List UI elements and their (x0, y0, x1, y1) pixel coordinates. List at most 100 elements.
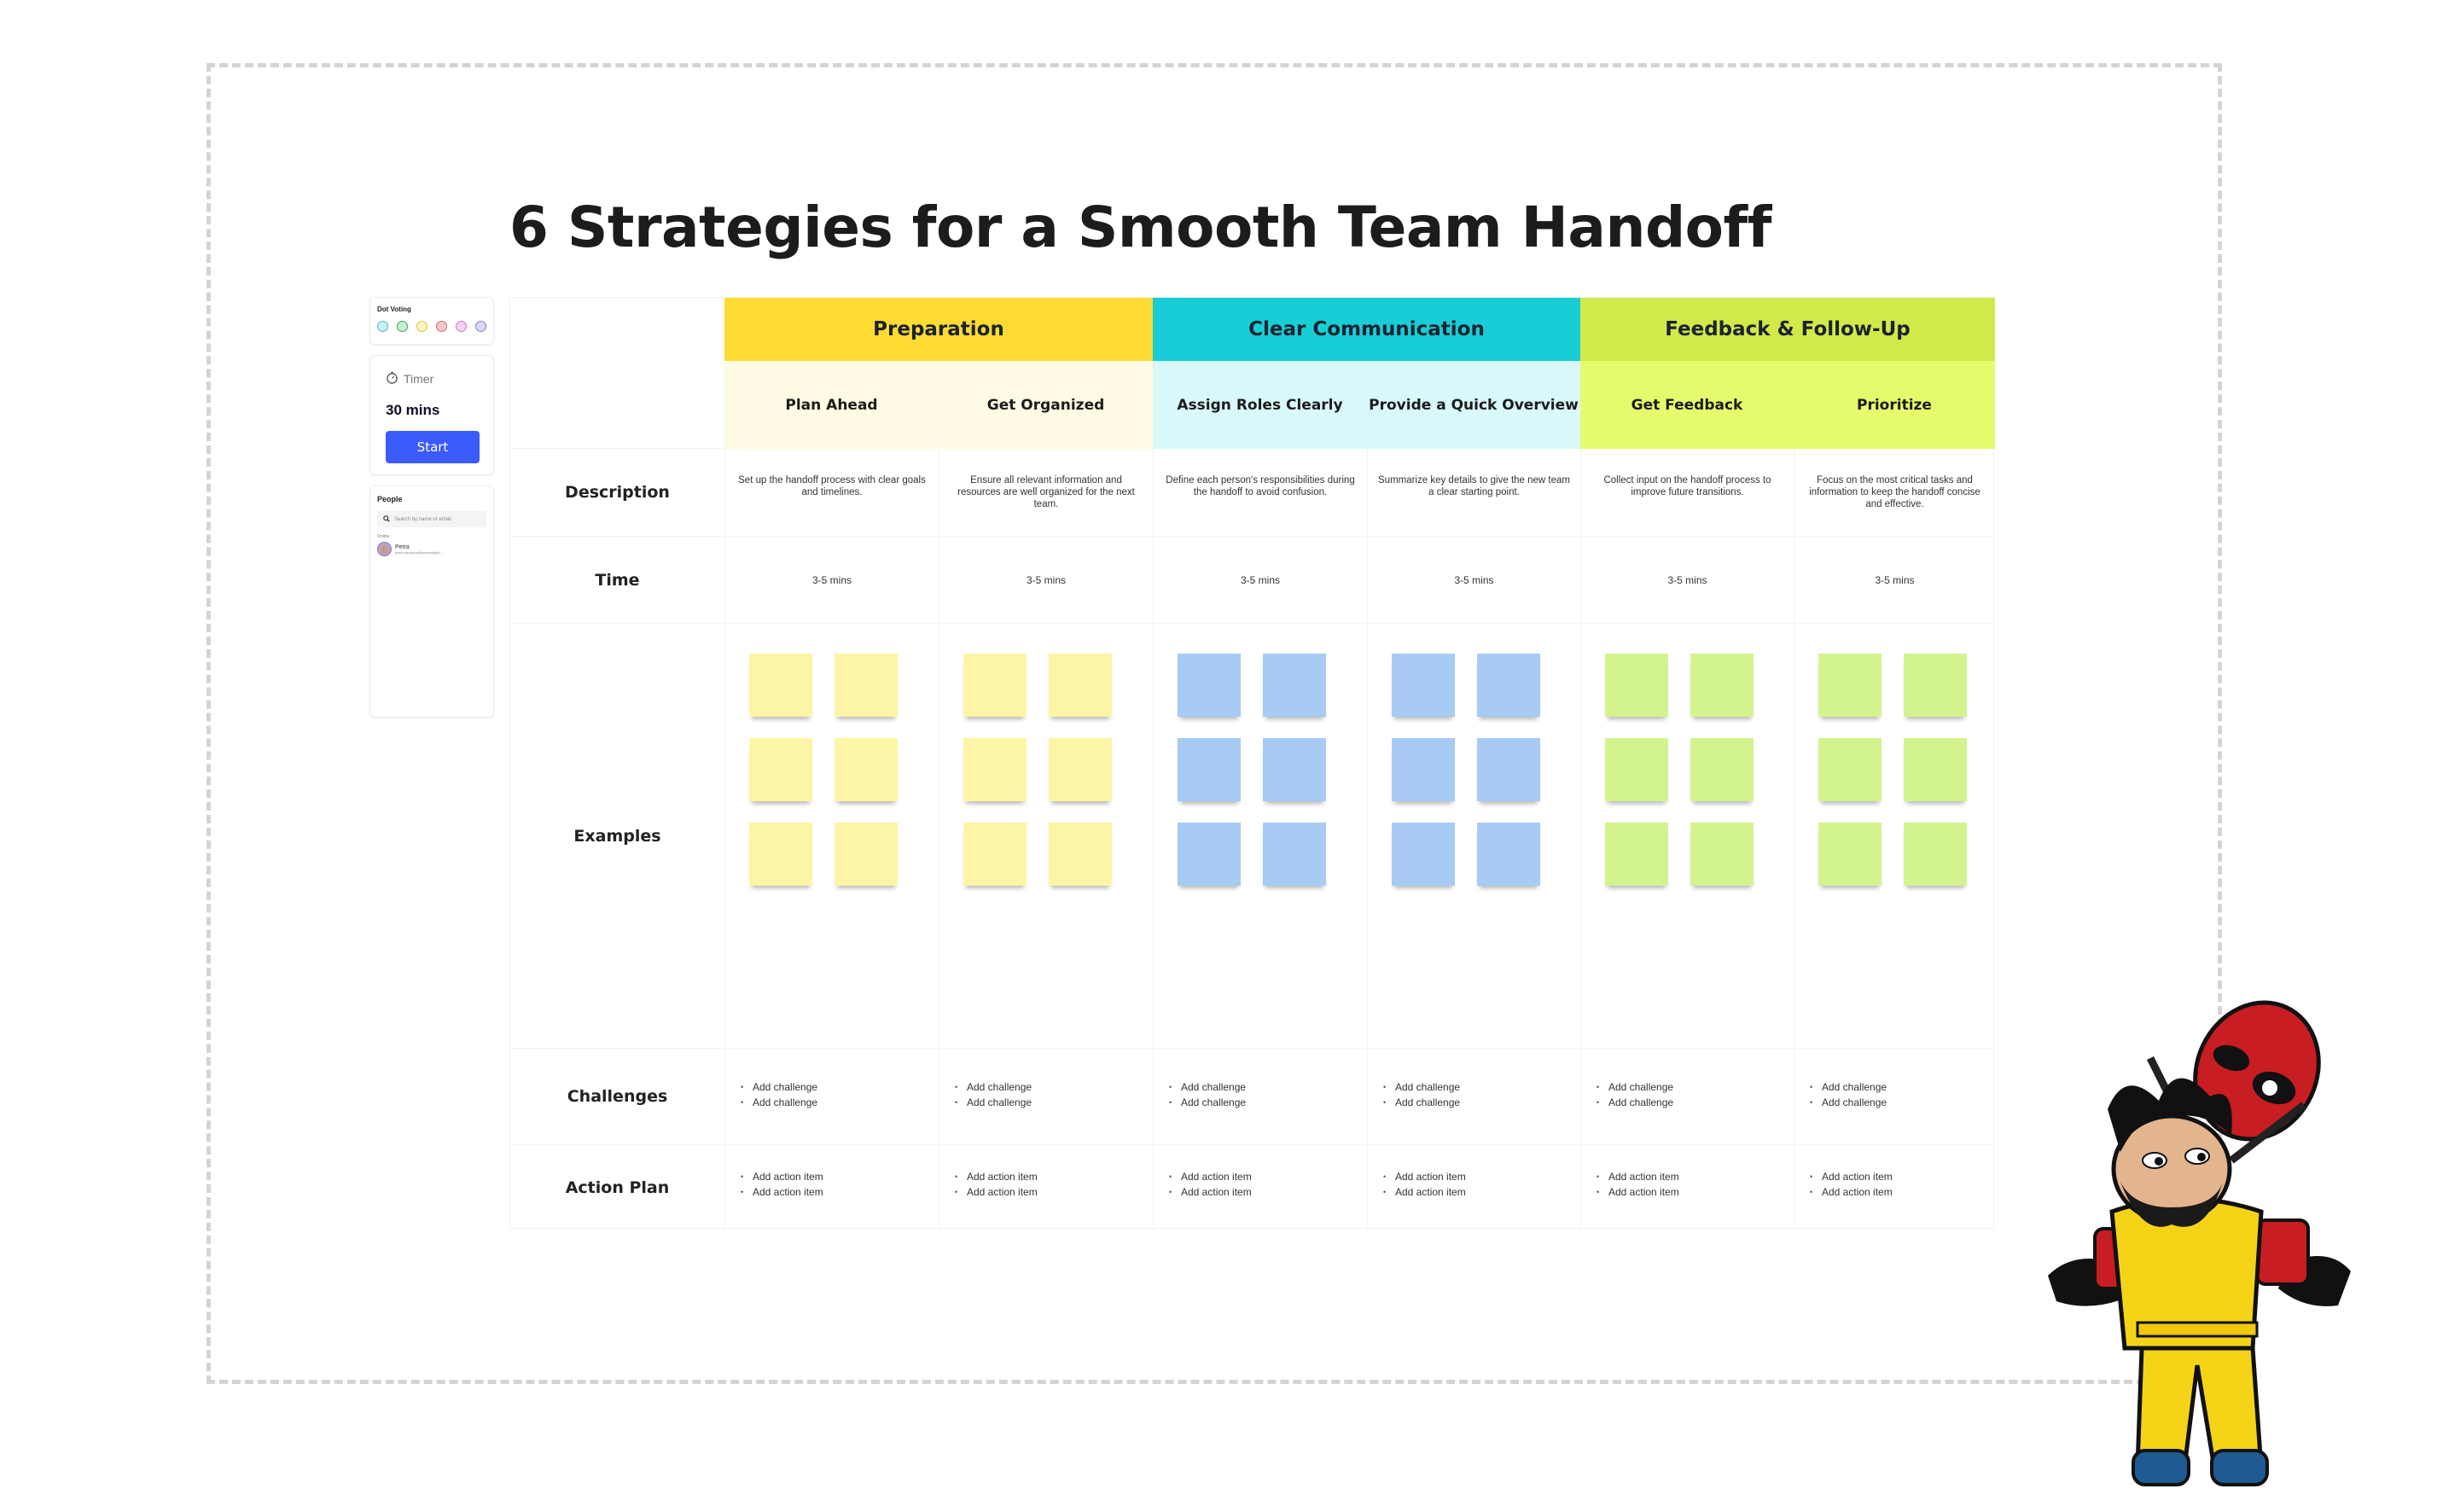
challenge-item[interactable]: Add challenge (955, 1079, 1153, 1095)
strategy-header: Get Organized (939, 361, 1153, 449)
challenge-item[interactable]: Add challenge (1597, 1095, 1794, 1110)
sticky-note[interactable] (1392, 738, 1455, 801)
sticky-note[interactable] (1605, 823, 1668, 886)
sticky-note[interactable] (1904, 823, 1967, 886)
sticky-note[interactable] (1605, 654, 1668, 717)
action-item[interactable]: Add action item (955, 1169, 1153, 1184)
start-timer-button[interactable]: Start (386, 431, 480, 463)
sticky-note[interactable] (1049, 823, 1112, 886)
challenges-list: Add challengeAdd challenge (1580, 1049, 1794, 1145)
sticky-note[interactable] (1049, 738, 1112, 801)
sticky-note[interactable] (749, 823, 812, 886)
challenges-list: Add challengeAdd challenge (1367, 1049, 1580, 1145)
timer-panel: Timer 30 mins Start (369, 355, 494, 475)
strategy-board: Description Time Examples Challenges Act… (509, 297, 1995, 1230)
strategy-time: 3-5 mins (724, 537, 939, 624)
sticky-note[interactable] (963, 738, 1027, 801)
dot-voting-colors (377, 321, 486, 332)
action-item[interactable]: Add action item (1597, 1184, 1794, 1200)
vote-dot-pink[interactable] (456, 321, 467, 332)
action-item[interactable]: Add action item (955, 1184, 1153, 1200)
sticky-note[interactable] (1690, 823, 1754, 886)
sticky-note[interactable] (1392, 823, 1455, 886)
search-icon (383, 515, 390, 524)
strategy-description: Collect input on the handoff process to … (1580, 449, 1794, 537)
cartoon-character-sticker (2048, 1000, 2351, 1486)
row-label-action-plan: Action Plan (565, 1178, 670, 1197)
action-item[interactable]: Add action item (741, 1184, 939, 1200)
action-item[interactable]: Add action item (1169, 1169, 1367, 1184)
sticky-note[interactable] (963, 654, 1027, 717)
person-name: Petra (395, 544, 410, 550)
examples-cell (724, 624, 939, 1049)
challenge-item[interactable]: Add challenge (1383, 1079, 1580, 1095)
stopwatch-icon (386, 371, 398, 387)
vote-dot-green[interactable] (397, 321, 408, 332)
sticky-note[interactable] (1477, 654, 1540, 717)
action-plan-list: Add action itemAdd action item (1794, 1145, 1995, 1230)
sticky-note[interactable] (749, 654, 812, 717)
action-plan-list: Add action itemAdd action item (939, 1145, 1153, 1230)
sticky-note[interactable] (835, 654, 898, 717)
sticky-note[interactable] (1263, 738, 1326, 801)
sticky-note[interactable] (1605, 738, 1668, 801)
vote-dot-yellow[interactable] (416, 321, 427, 332)
challenge-item[interactable]: Add challenge (1169, 1095, 1367, 1110)
sticky-note[interactable] (1690, 654, 1754, 717)
sticky-note[interactable] (1904, 654, 1967, 717)
sticky-note[interactable] (1263, 654, 1326, 717)
vote-dot-purple[interactable] (475, 321, 486, 332)
challenge-item[interactable]: Add challenge (741, 1095, 939, 1110)
action-item[interactable]: Add action item (1597, 1169, 1794, 1184)
action-item[interactable]: Add action item (1169, 1184, 1367, 1200)
character-illustration (2048, 1000, 2351, 1486)
avatar (377, 542, 392, 556)
sticky-note[interactable] (963, 823, 1027, 886)
sticky-note[interactable] (1392, 654, 1455, 717)
examples-cell (939, 624, 1153, 1049)
action-plan-list: Add action itemAdd action item (1580, 1145, 1794, 1230)
challenge-item[interactable]: Add challenge (1810, 1095, 1995, 1110)
challenge-item[interactable]: Add challenge (741, 1079, 939, 1095)
sticky-note[interactable] (835, 738, 898, 801)
action-plan-list: Add action itemAdd action item (1367, 1145, 1580, 1230)
strategy-description: Ensure all relevant information and reso… (939, 449, 1153, 537)
vote-dot-red[interactable] (436, 321, 447, 332)
strategy-description: Set up the handoff process with clear go… (724, 449, 939, 537)
sticky-note[interactable] (1904, 738, 1967, 801)
sticky-note[interactable] (1818, 654, 1882, 717)
strategy-description: Focus on the most critical tasks and inf… (1794, 449, 1995, 537)
examples-cell (1580, 624, 1794, 1049)
challenge-item[interactable]: Add challenge (1810, 1079, 1995, 1095)
sticky-note[interactable] (1477, 738, 1540, 801)
group-header-0: Preparation (724, 298, 1153, 361)
action-item[interactable]: Add action item (1383, 1184, 1580, 1200)
sticky-note[interactable] (1178, 823, 1241, 886)
challenge-item[interactable]: Add challenge (1383, 1095, 1580, 1110)
sticky-note[interactable] (1477, 823, 1540, 886)
challenge-item[interactable]: Add challenge (955, 1095, 1153, 1110)
people-search-input[interactable]: Search by name or email (377, 511, 486, 527)
action-item[interactable]: Add action item (741, 1169, 939, 1184)
sticky-note[interactable] (1690, 738, 1754, 801)
page-title: 6 Strategies for a Smooth Team Handoff (509, 195, 1771, 260)
person-item[interactable]: Petra petra.ivanigova@actumdigital... (377, 542, 486, 556)
action-item[interactable]: Add action item (1810, 1184, 1995, 1200)
action-item[interactable]: Add action item (1810, 1169, 1995, 1184)
strategy-header: Plan Ahead (724, 361, 939, 449)
sticky-note[interactable] (1049, 654, 1112, 717)
sticky-note[interactable] (835, 823, 898, 886)
sticky-note[interactable] (749, 738, 812, 801)
sticky-note[interactable] (1818, 823, 1882, 886)
action-item[interactable]: Add action item (1383, 1169, 1580, 1184)
examples-cell (1153, 624, 1367, 1049)
sticky-note[interactable] (1818, 738, 1882, 801)
corner-cell (510, 298, 724, 449)
sticky-note[interactable] (1178, 654, 1241, 717)
sticky-note[interactable] (1263, 823, 1326, 886)
challenge-item[interactable]: Add challenge (1169, 1079, 1367, 1095)
vote-dot-cyan[interactable] (377, 321, 388, 332)
strategy-description: Define each person's responsibilities du… (1153, 449, 1367, 537)
challenge-item[interactable]: Add challenge (1597, 1079, 1794, 1095)
sticky-note[interactable] (1178, 738, 1241, 801)
